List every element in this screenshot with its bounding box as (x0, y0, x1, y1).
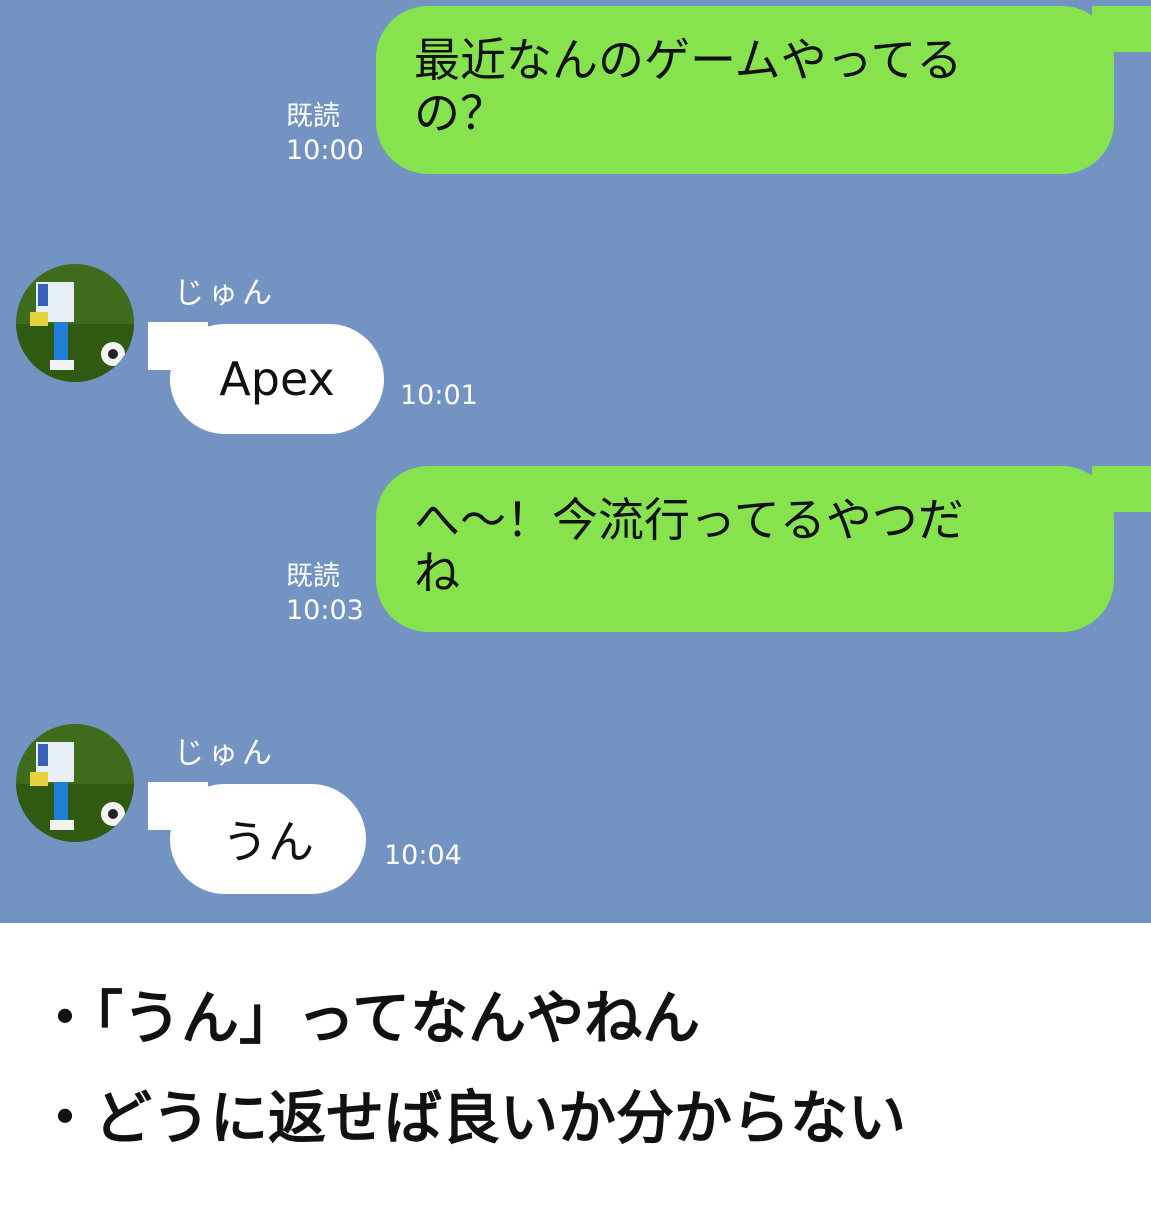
message-text: Apex (219, 352, 335, 406)
bullet: ・ (36, 1084, 95, 1152)
bullet: ・ (36, 984, 95, 1052)
message-text-line: 最近なんのゲームやってる (414, 33, 963, 87)
avatar-photo-icon (16, 264, 134, 382)
bubble-tail-icon (1092, 6, 1151, 52)
avatar[interactable] (16, 724, 134, 842)
chat-area[interactable]: 最近なんのゲームやってる の？ 既読 10:00 じゅん Apex 10:01 … (0, 0, 1151, 923)
read-receipt: 既読 (286, 561, 340, 592)
avatar-photo-icon (16, 724, 134, 842)
bubble-tail-icon (1092, 466, 1151, 512)
sender-name: じゅん (174, 276, 276, 311)
message-text-line: の？ (414, 86, 506, 140)
note-text: どうに返せば良いか分からない (94, 1084, 907, 1152)
note-text: 「うん」ってなんやねん (94, 984, 701, 1052)
read-receipt: 既読 (286, 101, 340, 132)
message-text-line: ね (414, 546, 460, 600)
message-meta: 既読 10:03 (286, 560, 364, 628)
message-text: うん (222, 815, 314, 869)
incoming-message-bubble[interactable]: Apex (170, 324, 384, 434)
caption-notes: ・「うん」ってなんやねん ・どうに返せば良いか分からない (36, 968, 1126, 1168)
incoming-message-bubble[interactable]: うん (170, 784, 366, 894)
message-text-line: へ～！今流行ってるやつだ (414, 493, 964, 547)
avatar[interactable] (16, 264, 134, 382)
note-item: ・どうに返せば良いか分からない (36, 1068, 1126, 1168)
outgoing-message-bubble[interactable]: 最近なんのゲームやってる の？ (376, 6, 1114, 174)
message-time: 10:04 (384, 840, 462, 871)
message-time: 10:01 (400, 380, 478, 411)
note-item: ・「うん」ってなんやねん (36, 968, 1126, 1068)
sender-name: じゅん (174, 736, 276, 771)
message-time: 10:00 (286, 135, 364, 166)
message-time: 10:03 (286, 595, 364, 626)
message-meta: 既読 10:00 (286, 100, 364, 168)
outgoing-message-bubble[interactable]: へ～！今流行ってるやつだ ね (376, 466, 1114, 632)
